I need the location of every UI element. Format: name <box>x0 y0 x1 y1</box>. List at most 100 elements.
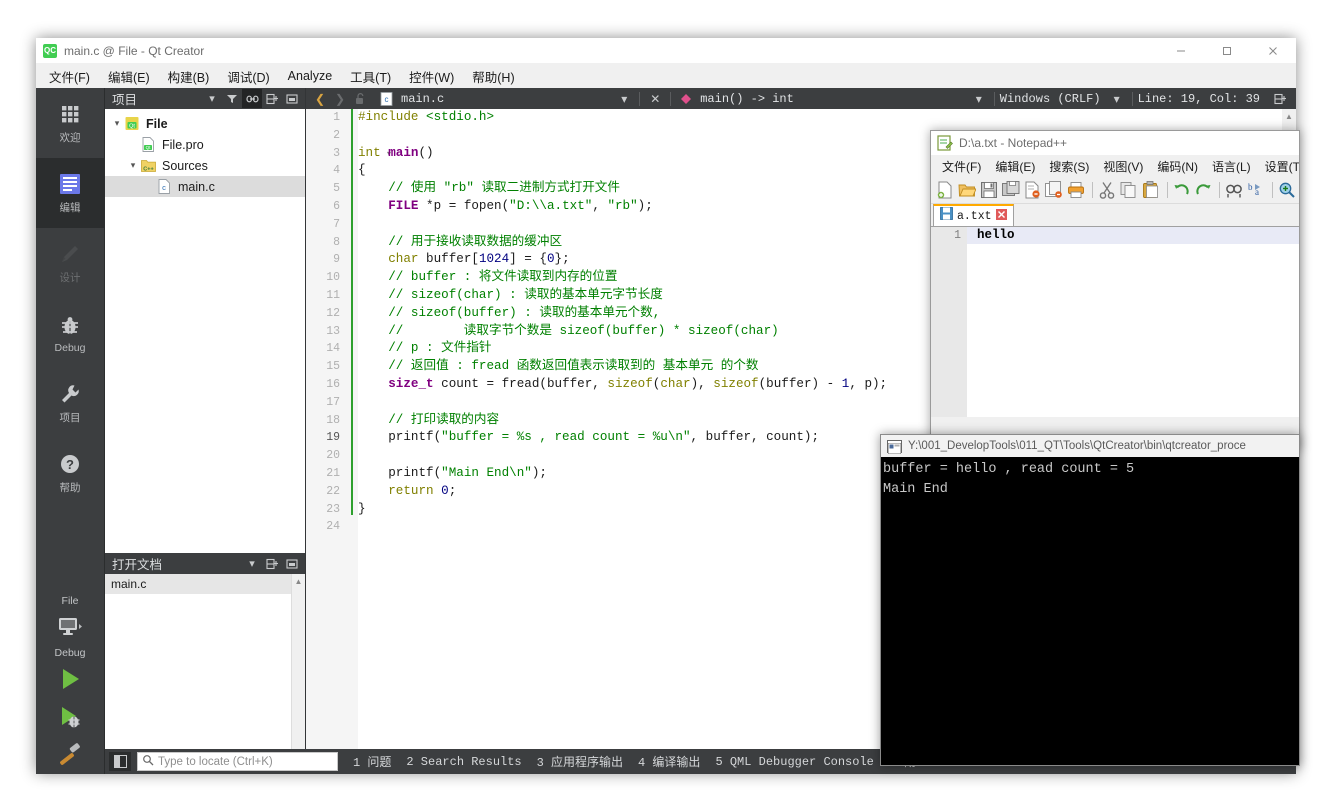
menu-item-2[interactable]: 构建(B) <box>159 64 219 89</box>
line-number: 23 <box>306 501 346 519</box>
save-all-icon[interactable] <box>1001 180 1021 201</box>
svg-text:b: b <box>1248 182 1253 192</box>
menu-item-7[interactable]: 帮助(H) <box>463 64 523 89</box>
link-icon[interactable] <box>242 89 262 108</box>
chevron-expand-icon[interactable]: ▾ <box>109 118 125 129</box>
chevron-down-icon[interactable]: ▾ <box>1107 89 1127 109</box>
split-icon[interactable] <box>1270 89 1290 109</box>
menu-item-3[interactable]: 调试(D) <box>218 64 278 89</box>
npp-menu-item-2[interactable]: 搜索(S) <box>1042 156 1096 177</box>
notepadpp-tab[interactable]: a.txt <box>933 204 1014 226</box>
split-icon[interactable] <box>262 89 282 108</box>
open-document-item[interactable]: main.c <box>105 574 305 594</box>
filter-icon[interactable] <box>222 89 242 108</box>
tree-item-File[interactable]: ▾QtFile <box>105 113 305 134</box>
project-tree[interactable]: ▾QtFileQtFile.pro▾C++Sourcescmain.c <box>105 109 305 513</box>
split-icon[interactable] <box>262 554 282 573</box>
open-documents-list[interactable]: main.c ▲ ▼ <box>105 574 305 774</box>
print-icon[interactable] <box>1066 180 1086 201</box>
redo-icon[interactable] <box>1194 180 1214 201</box>
open-documents-scrollbar[interactable]: ▲ ▼ <box>291 574 305 774</box>
tree-item-File.pro[interactable]: QtFile.pro <box>105 134 305 155</box>
menu-item-1[interactable]: 编辑(E) <box>99 64 159 89</box>
output-pane-button-1[interactable]: 2 Search Results <box>406 755 521 769</box>
npp-menu-item-1[interactable]: 编辑(E) <box>988 156 1042 177</box>
replace-icon[interactable]: ba <box>1246 180 1266 201</box>
menu-item-5[interactable]: 工具(T) <box>341 64 400 89</box>
toggle-sidebar-icon[interactable] <box>109 752 131 771</box>
scroll-up-icon[interactable]: ▲ <box>292 574 305 588</box>
menu-item-0[interactable]: 文件(F) <box>40 64 99 89</box>
line-number: 16 <box>306 376 346 394</box>
toolbar-separator <box>670 92 671 106</box>
npp-menu-item-0[interactable]: 文件(F) <box>935 156 988 177</box>
debug-button[interactable] <box>36 698 104 736</box>
line-number: 21 <box>306 465 346 483</box>
mode-item-设计[interactable]: 设计 <box>36 228 104 298</box>
save-icon[interactable] <box>979 180 999 201</box>
unlock-icon[interactable] <box>350 89 370 109</box>
notepadpp-text[interactable]: hello <box>977 227 1015 244</box>
notepadpp-window: D:\a.txt - Notepad++ 文件(F)编辑(E)搜索(S)视图(V… <box>930 130 1300 450</box>
cut-icon[interactable] <box>1097 180 1117 201</box>
notepadpp-titlebar: D:\a.txt - Notepad++ <box>931 131 1299 155</box>
tree-item-label: File.pro <box>162 138 204 152</box>
kit-selector-button[interactable] <box>36 608 104 646</box>
locator-input[interactable]: Type to locate (Ctrl+K) <box>137 752 338 771</box>
close-file-icon[interactable] <box>1023 180 1043 201</box>
minimize-icon[interactable] <box>1158 38 1204 63</box>
line-number: 13 <box>306 323 346 341</box>
mode-item-label: 项目 <box>60 410 81 425</box>
mode-item-欢迎[interactable]: 欢迎 <box>36 88 104 158</box>
notepadpp-editor[interactable]: 1 hello <box>931 227 1299 417</box>
output-pane-button-0[interactable]: 1 问题 <box>353 753 391 770</box>
line-number: 3 <box>306 145 346 163</box>
npp-menu-item-3[interactable]: 视图(V) <box>1096 156 1150 177</box>
save-icon <box>940 207 953 225</box>
find-icon[interactable] <box>1224 180 1244 201</box>
chevron-down-icon[interactable]: ▾ <box>242 554 262 573</box>
chevron-down-icon[interactable]: ▾ <box>614 89 634 109</box>
npp-menu-item-5[interactable]: 语言(L) <box>1205 156 1258 177</box>
line-number: 4 <box>306 162 346 180</box>
close-pane-icon[interactable] <box>282 554 302 573</box>
mode-item-Debug[interactable]: Debug <box>36 298 104 368</box>
line-ending-label[interactable]: Windows (CRLF) <box>1000 92 1101 106</box>
zoom-in-icon[interactable] <box>1277 180 1297 201</box>
close-tab-icon[interactable] <box>996 207 1007 225</box>
maximize-icon[interactable] <box>1204 38 1250 63</box>
tree-item-main.c[interactable]: cmain.c <box>105 176 305 197</box>
output-pane-button-4[interactable]: 5 QML Debugger Console <box>715 755 873 769</box>
paste-icon[interactable] <box>1141 180 1161 201</box>
output-pane-button-2[interactable]: 3 应用程序输出 <box>537 753 623 770</box>
scroll-up-icon[interactable]: ▲ <box>1282 109 1296 123</box>
undo-icon[interactable] <box>1172 180 1192 201</box>
menu-item-4[interactable]: Analyze <box>279 66 341 86</box>
close-all-icon[interactable] <box>1044 180 1064 201</box>
copy-icon[interactable] <box>1119 180 1139 201</box>
chevron-down-icon[interactable]: ▾ <box>202 89 222 108</box>
back-arrow-icon[interactable]: ❮ <box>310 89 330 109</box>
line-number: 22 <box>306 483 346 501</box>
close-icon[interactable]: ✕ <box>645 89 665 109</box>
build-button[interactable] <box>36 736 104 774</box>
mode-item-项目[interactable]: 项目 <box>36 368 104 438</box>
chevron-expand-icon[interactable]: ▾ <box>125 160 141 171</box>
open-folder-icon[interactable] <box>957 180 977 201</box>
close-icon[interactable] <box>1250 38 1296 63</box>
new-file-icon[interactable] <box>935 180 955 201</box>
run-button[interactable] <box>36 660 104 698</box>
chevron-down-icon[interactable]: ▾ <box>969 89 989 109</box>
code-line-1[interactable]: #include <stdio.h> <box>358 109 1282 127</box>
cpp-folder-icon: C++ <box>141 158 156 173</box>
line-number-gutter: 123456789101112131415161718192021222324 <box>306 109 346 749</box>
menu-item-6[interactable]: 控件(W) <box>400 64 463 89</box>
mode-item-编辑[interactable]: 编辑 <box>36 158 104 228</box>
npp-menu-item-4[interactable]: 编码(N) <box>1150 156 1205 177</box>
output-pane-button-3[interactable]: 4 编译输出 <box>638 753 700 770</box>
close-pane-icon[interactable] <box>282 89 302 108</box>
tree-item-Sources[interactable]: ▾C++Sources <box>105 155 305 176</box>
mode-item-帮助[interactable]: ?帮助 <box>36 438 104 508</box>
forward-arrow-icon[interactable]: ❯ <box>330 89 350 109</box>
npp-menu-item-6[interactable]: 设置(T) <box>1258 156 1300 177</box>
